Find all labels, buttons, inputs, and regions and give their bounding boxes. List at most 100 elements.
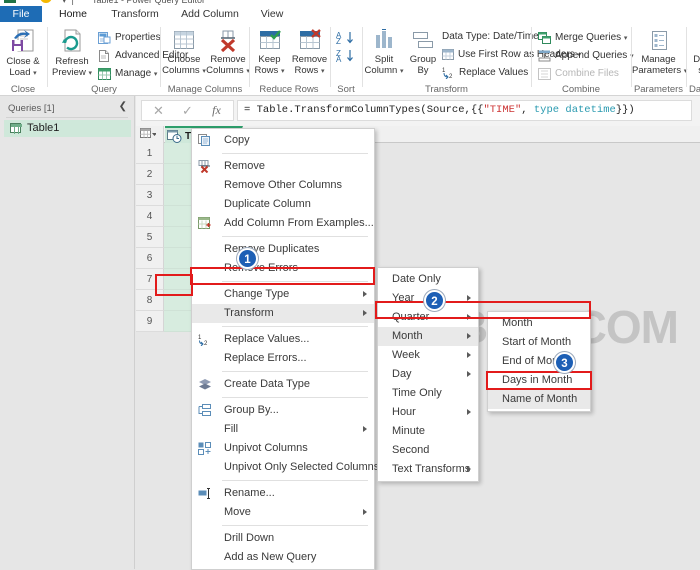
combine-files-button[interactable]: Combine Files bbox=[538, 67, 619, 80]
replace-values-button[interactable]: 12 Replace Values bbox=[442, 66, 529, 80]
submenu-item-hour[interactable]: Hour bbox=[378, 403, 478, 422]
menu-item-replace-errors[interactable]: Replace Errors... bbox=[192, 349, 374, 368]
manage-parameters-icon bbox=[651, 31, 667, 50]
excel-logo-icon bbox=[4, 0, 16, 3]
menu-item-change-type[interactable]: Change Type bbox=[192, 285, 374, 304]
tab-file[interactable]: File bbox=[0, 6, 42, 23]
submenu-item-week[interactable]: Week bbox=[378, 346, 478, 365]
submenu-arrow-icon bbox=[467, 409, 471, 415]
choose-columns-icon bbox=[174, 31, 194, 49]
menu-item-create-data-type[interactable]: Create Data Type bbox=[192, 375, 374, 394]
tab-add-column[interactable]: Add Column bbox=[172, 6, 248, 23]
menu-item-copy[interactable]: Copy bbox=[192, 131, 374, 150]
select-all-button[interactable] bbox=[136, 126, 164, 143]
remove-columns-button[interactable]: Remove Columns ▾ bbox=[206, 29, 250, 77]
properties-button[interactable]: Properties bbox=[98, 31, 161, 44]
submenu-item-quarter[interactable]: Quarter bbox=[378, 308, 478, 327]
submenu-item-second[interactable]: Second bbox=[378, 441, 478, 460]
sort-descending-button[interactable]: Z A bbox=[336, 49, 356, 66]
close-and-load-button[interactable]: Close & Load ▾ bbox=[0, 29, 46, 79]
collapse-pane-button[interactable]: ❮ bbox=[119, 101, 127, 112]
submenu-item-name-of-month[interactable]: Name of Month bbox=[488, 390, 590, 409]
grid-row-number[interactable]: 7 bbox=[136, 269, 164, 290]
ribbon-group-data-sources-label: Data S bbox=[689, 84, 700, 95]
grid-row-number[interactable]: 6 bbox=[136, 248, 164, 269]
submenu-item-date-only[interactable]: Date Only bbox=[378, 270, 478, 289]
manage-icon bbox=[98, 68, 111, 84]
menu-item-add-as-new-query[interactable]: Add as New Query bbox=[192, 548, 374, 567]
tab-transform[interactable]: Transform bbox=[100, 6, 170, 23]
menu-item-label: Hour bbox=[392, 406, 416, 418]
submenu-item-day[interactable]: Day bbox=[378, 365, 478, 384]
menu-item-label: Create Data Type bbox=[224, 378, 311, 390]
grid-row-number[interactable]: 5 bbox=[136, 227, 164, 248]
menu-item-add-column-from-examples[interactable]: Add Column From Examples... bbox=[192, 214, 374, 233]
menu-item-group-by[interactable]: Group By... bbox=[192, 401, 374, 420]
menu-item-unpivot-columns[interactable]: Unpivot Columns bbox=[192, 439, 374, 458]
fx-icon[interactable]: fx bbox=[202, 101, 231, 120]
menu-item-duplicate-column[interactable]: Duplicate Column bbox=[192, 195, 374, 214]
ribbon-tabs: File Home Transform Add Column View bbox=[0, 6, 700, 23]
menu-item-rename[interactable]: Rename... bbox=[192, 484, 374, 503]
ribbon-group-parameters: Manage Parameters ▾ Parameters bbox=[632, 23, 687, 96]
menu-item-label: Date Only bbox=[392, 273, 441, 285]
menu-item-fill[interactable]: Fill bbox=[192, 420, 374, 439]
grid-row-number[interactable]: 4 bbox=[136, 206, 164, 227]
submenu-item-days-in-month[interactable]: Days in Month bbox=[488, 371, 590, 390]
grid-row-number[interactable]: 1 bbox=[136, 143, 164, 164]
step-badge-2: 2 bbox=[424, 290, 445, 311]
menu-item-transform[interactable]: Transform bbox=[192, 304, 374, 323]
keep-rows-label-2: Rows ▾ bbox=[254, 64, 285, 76]
menu-item-remove-duplicates[interactable]: Remove Duplicates bbox=[192, 240, 374, 259]
submenu-item-time-only[interactable]: Time Only bbox=[378, 384, 478, 403]
data-source-settings-button[interactable]: Data s setti bbox=[687, 29, 700, 76]
tab-home[interactable]: Home bbox=[48, 6, 98, 23]
append-queries-label: Append Queries bbox=[555, 50, 628, 61]
grid-row-number[interactable]: 3 bbox=[136, 185, 164, 206]
queries-pane-divider bbox=[6, 117, 128, 118]
menu-item-remove[interactable]: Remove bbox=[192, 157, 374, 176]
query-list-item-table1[interactable]: Table1 bbox=[4, 120, 131, 137]
menu-item-label: Minute bbox=[392, 425, 426, 437]
menu-item-move[interactable]: Move bbox=[192, 503, 374, 522]
datetime-icon bbox=[167, 129, 182, 143]
submenu-item-text-transforms[interactable]: Text Transforms bbox=[378, 460, 478, 479]
svg-text:Z: Z bbox=[336, 37, 341, 45]
menu-item-unpivot-only-selected-columns[interactable]: Unpivot Only Selected Columns bbox=[192, 458, 379, 477]
group-by-button[interactable]: Group By bbox=[405, 29, 441, 76]
submenu-item-minute[interactable]: Minute bbox=[378, 422, 478, 441]
unpivot-icon bbox=[198, 442, 212, 455]
confirm-formula-button[interactable]: ✓ bbox=[173, 101, 202, 120]
refresh-preview-button[interactable]: Refresh Preview ▾ bbox=[49, 29, 95, 79]
sort-ascending-button[interactable]: A Z bbox=[336, 31, 356, 48]
formula-input[interactable]: = Table.TransformColumnTypes(Source,{{"T… bbox=[237, 100, 692, 121]
merge-queries-button[interactable]: Merge Queries ▾ bbox=[538, 31, 627, 45]
replace-values-label: Replace Values bbox=[459, 67, 529, 78]
split-column-button[interactable]: Split Column ▾ bbox=[363, 29, 405, 77]
menu-item-replace-values[interactable]: 12 Replace Values... bbox=[192, 330, 374, 349]
append-queries-button[interactable]: Append Queries ▾ bbox=[538, 49, 634, 63]
menu-item-drill-down[interactable]: Drill Down bbox=[192, 529, 374, 548]
submenu-arrow-icon bbox=[467, 295, 471, 301]
submenu-item-month-value[interactable]: Month bbox=[488, 314, 590, 333]
keep-rows-button[interactable]: Keep Rows ▾ bbox=[250, 29, 289, 77]
submenu-item-month[interactable]: Month bbox=[378, 327, 478, 346]
grid-row-number[interactable]: 8 bbox=[136, 290, 164, 311]
manage-parameters-button[interactable]: Manage Parameters ▾ bbox=[632, 29, 687, 77]
submenu-item-start-of-month[interactable]: Start of Month bbox=[488, 333, 590, 352]
cancel-formula-button[interactable]: ✕ bbox=[144, 101, 173, 120]
grid-row-number[interactable]: 2 bbox=[136, 164, 164, 185]
manage-button[interactable]: Manage ▾ bbox=[98, 67, 157, 81]
menu-item-remove-other-columns[interactable]: Remove Other Columns bbox=[192, 176, 374, 195]
tab-view[interactable]: View bbox=[250, 6, 294, 23]
remove-rows-icon bbox=[299, 29, 321, 49]
data-type-button[interactable]: Data Type: Date/Time ▾ bbox=[442, 30, 545, 44]
grid-row-number[interactable]: 9 bbox=[136, 311, 164, 332]
choose-columns-button[interactable]: Choose Columns ▾ bbox=[162, 29, 206, 77]
data-source-settings-label-2: setti bbox=[687, 65, 700, 77]
menu-item-remove-errors[interactable]: Remove Errors bbox=[192, 259, 374, 278]
rename-icon bbox=[198, 487, 212, 500]
choose-columns-label-2: Columns ▾ bbox=[162, 64, 206, 76]
ribbon-group-combine: Merge Queries ▾ Append Queries ▾ Combine… bbox=[532, 23, 634, 96]
remove-rows-button[interactable]: Remove Rows ▾ bbox=[289, 29, 330, 77]
